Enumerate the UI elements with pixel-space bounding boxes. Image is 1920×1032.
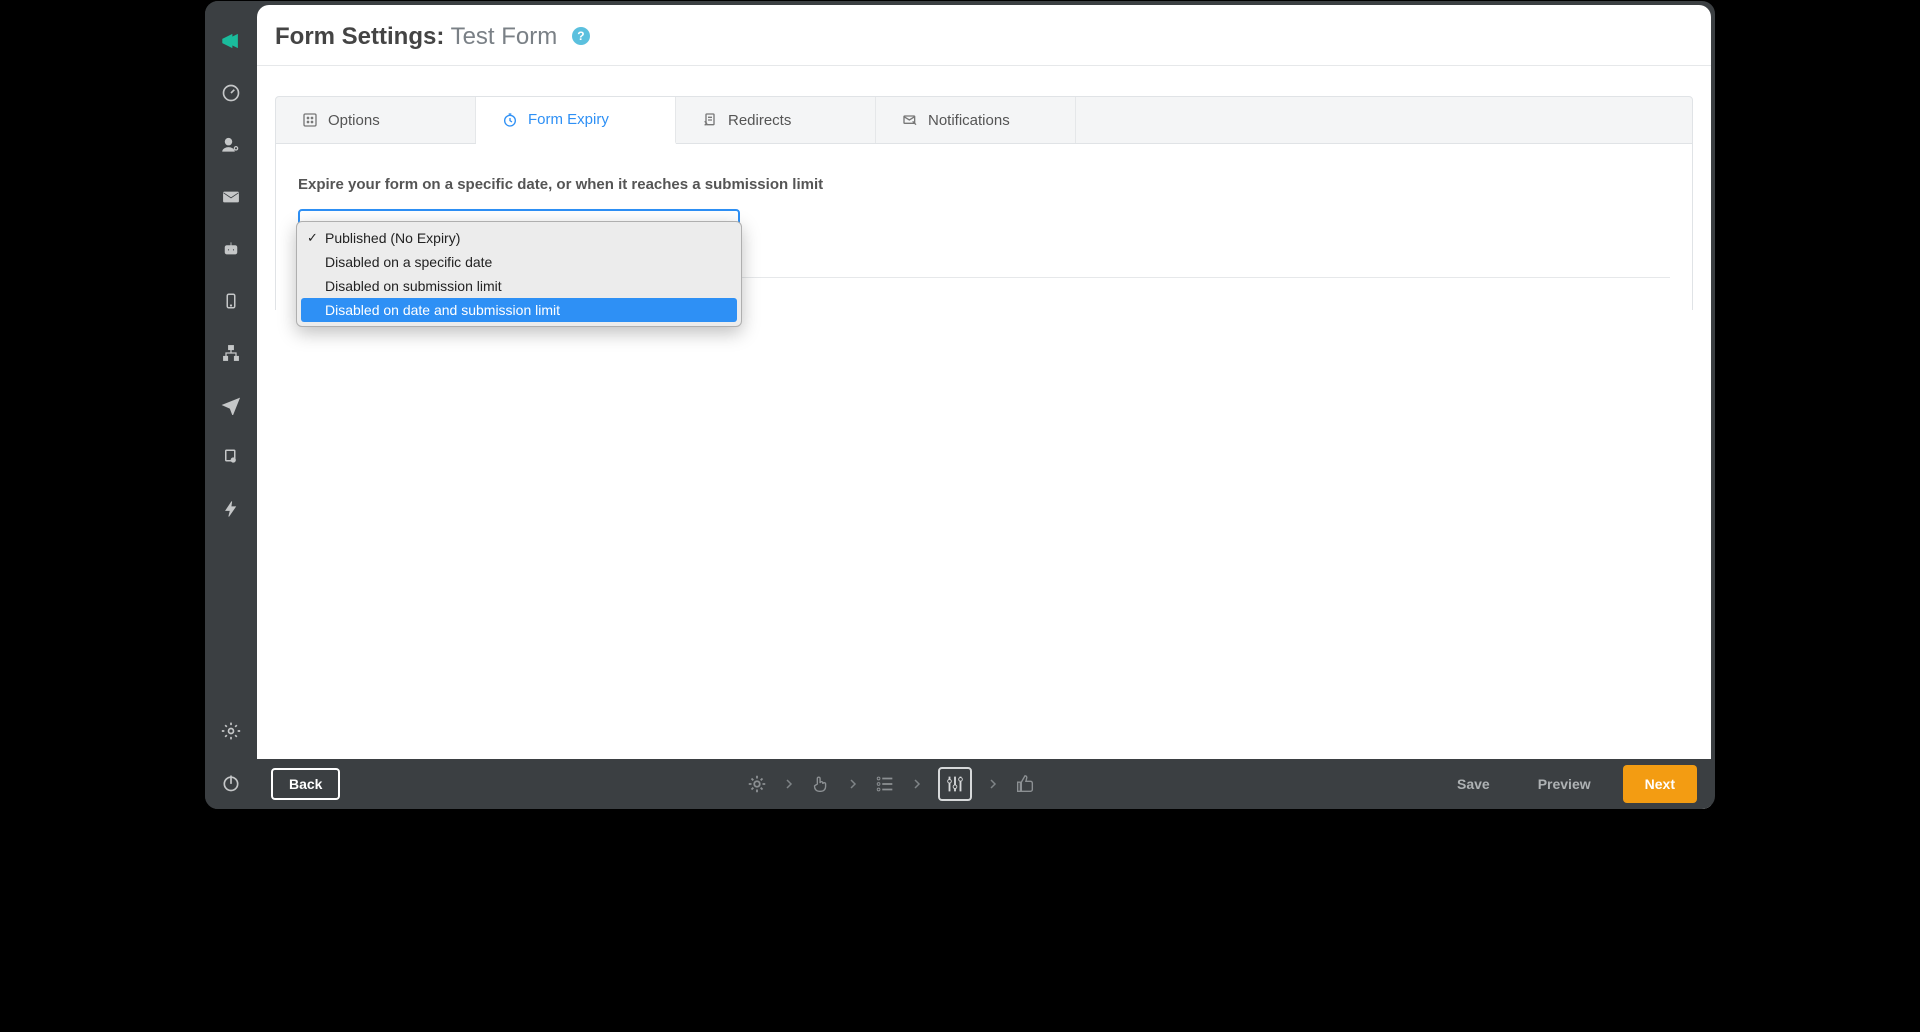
sidebar-item-megaphone[interactable] xyxy=(217,27,245,55)
main-content: Form Settings: Test Form ? Options Form … xyxy=(257,5,1711,809)
tab-options[interactable]: Options xyxy=(276,97,476,143)
step-hand[interactable] xyxy=(810,773,832,795)
expiry-select-container: Published (No Expiry) Disabled on a spec… xyxy=(298,209,740,249)
sidebar-item-user-settings[interactable] xyxy=(217,131,245,159)
tab-label: Redirects xyxy=(728,112,791,129)
option-label: Disabled on date and submission limit xyxy=(325,302,560,318)
chevron-right-icon xyxy=(784,779,794,789)
tab-form-expiry[interactable]: Form Expiry xyxy=(476,97,676,144)
option-label: Published (No Expiry) xyxy=(325,230,460,246)
expiry-option-published[interactable]: Published (No Expiry) xyxy=(301,226,737,250)
panel-form-expiry: Expire your form on a specific date, or … xyxy=(275,144,1693,310)
sidebar xyxy=(205,1,257,809)
step-list[interactable] xyxy=(874,773,896,795)
tab-redirects[interactable]: Redirects xyxy=(676,97,876,143)
tab-label: Options xyxy=(328,112,380,129)
panel-heading: Expire your form on a specific date, or … xyxy=(298,176,1670,193)
page-title-form-name: Test Form xyxy=(451,23,558,50)
sidebar-item-certificate[interactable] xyxy=(217,443,245,471)
sidebar-item-power[interactable] xyxy=(217,769,245,797)
sidebar-item-mobile[interactable] xyxy=(217,287,245,315)
step-sliders-current[interactable] xyxy=(938,767,972,801)
tabs: Options Form Expiry Redirects Notificati… xyxy=(275,96,1693,144)
sidebar-item-bot[interactable] xyxy=(217,235,245,263)
expiry-option-date-and-limit[interactable]: Disabled on date and submission limit xyxy=(301,298,737,322)
tabs-container: Options Form Expiry Redirects Notificati… xyxy=(257,66,1711,310)
option-label: Disabled on a specific date xyxy=(325,254,492,270)
app-shell: Form Settings: Test Form ? Options Form … xyxy=(204,0,1716,810)
sidebar-item-bolt[interactable] xyxy=(217,495,245,523)
page-title-label: Form Settings: xyxy=(275,23,444,50)
step-thumbs-up[interactable] xyxy=(1014,773,1036,795)
tab-label: Form Expiry xyxy=(528,111,609,128)
option-label: Disabled on submission limit xyxy=(325,278,502,294)
wizard-stepper xyxy=(746,767,1036,801)
help-icon[interactable]: ? xyxy=(572,27,590,45)
sidebar-item-mail[interactable] xyxy=(217,183,245,211)
chevron-right-icon xyxy=(988,779,998,789)
sidebar-item-gear[interactable] xyxy=(217,717,245,745)
chevron-right-icon xyxy=(848,779,858,789)
next-button[interactable]: Next xyxy=(1623,765,1697,803)
tab-notifications[interactable]: Notifications xyxy=(876,97,1076,143)
bottom-bar: Back xyxy=(257,759,1711,809)
back-button[interactable]: Back xyxy=(271,768,340,800)
page-header: Form Settings: Test Form ? xyxy=(257,5,1711,66)
page-title: Form Settings: Test Form ? xyxy=(275,23,1693,51)
sidebar-item-dashboard[interactable] xyxy=(217,79,245,107)
tab-label: Notifications xyxy=(928,112,1010,129)
step-gear[interactable] xyxy=(746,773,768,795)
expiry-option-date[interactable]: Disabled on a specific date xyxy=(301,250,737,274)
save-button[interactable]: Save xyxy=(1441,768,1506,800)
expiry-option-limit[interactable]: Disabled on submission limit xyxy=(301,274,737,298)
preview-button[interactable]: Preview xyxy=(1522,768,1607,800)
expiry-dropdown: Published (No Expiry) Disabled on a spec… xyxy=(296,221,742,327)
sidebar-item-send[interactable] xyxy=(217,391,245,419)
chevron-right-icon xyxy=(912,779,922,789)
sidebar-item-sitemap[interactable] xyxy=(217,339,245,367)
